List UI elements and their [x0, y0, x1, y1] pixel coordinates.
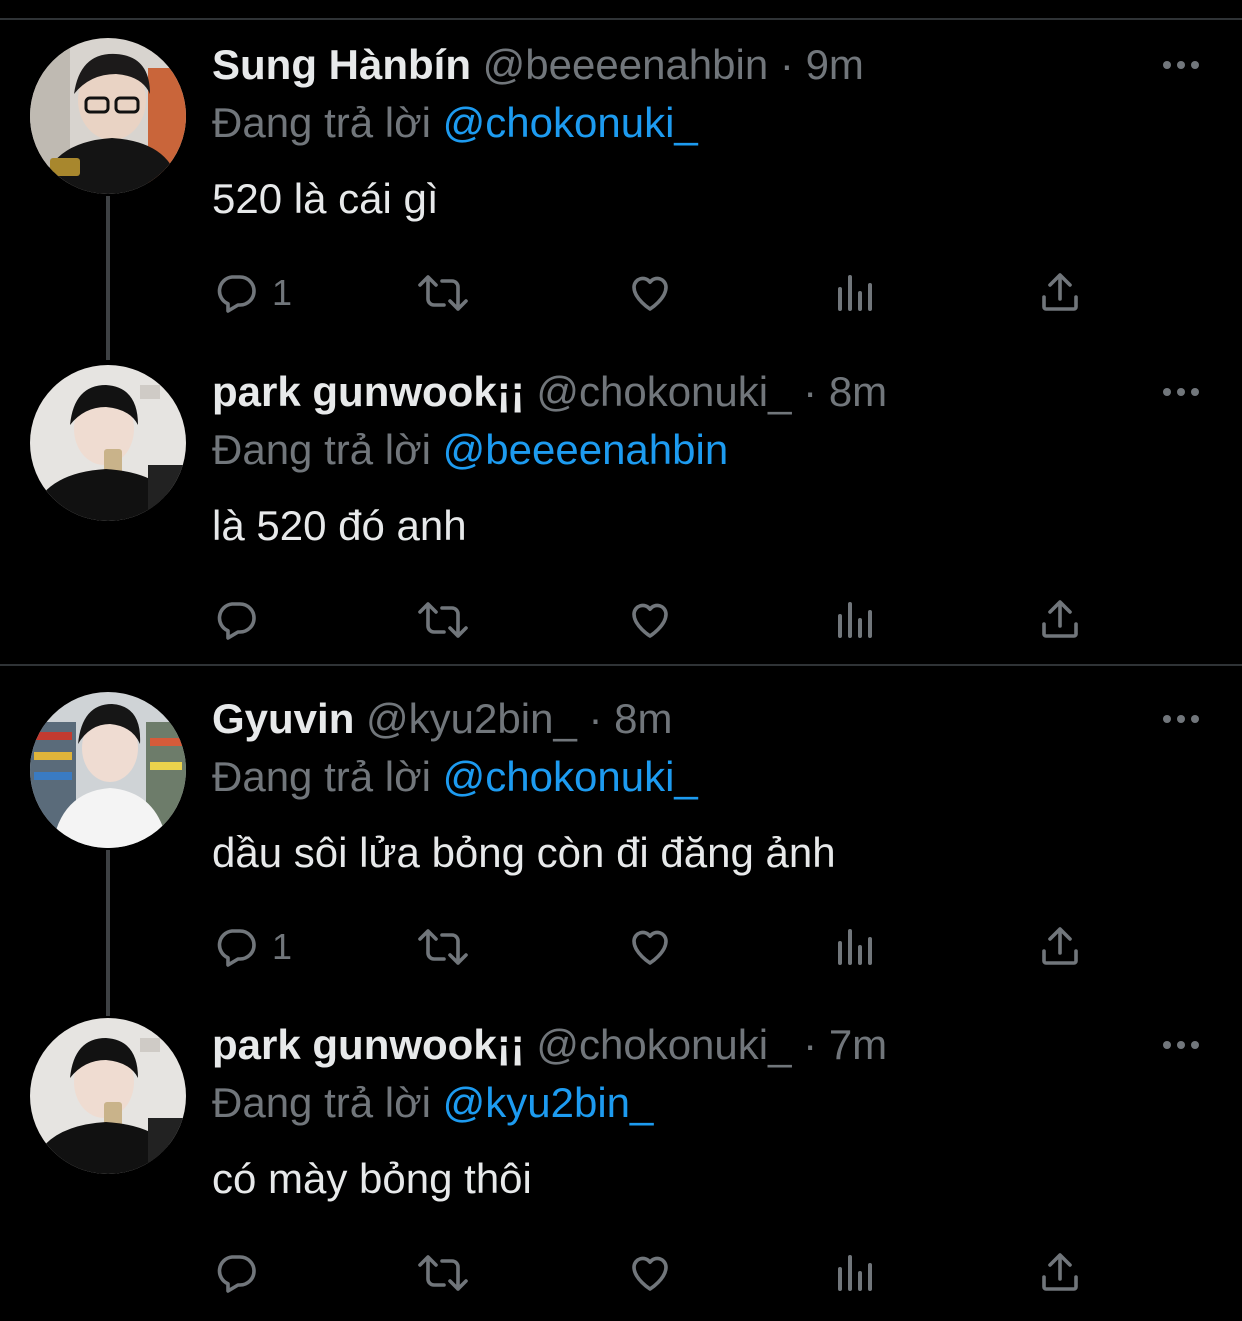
replying-to-label: Đang trả lời: [212, 753, 431, 800]
like-button[interactable]: [626, 268, 674, 318]
views-button[interactable]: [832, 1248, 880, 1298]
heart-icon: [632, 603, 668, 638]
timestamp[interactable]: 7m: [829, 1021, 887, 1068]
retweet-button[interactable]: [416, 1248, 470, 1298]
bar-chart-icon: [838, 1255, 872, 1291]
more-horizontal-icon: [1163, 1041, 1199, 1049]
more-options-button[interactable]: [1156, 50, 1206, 80]
like-button[interactable]: [626, 595, 674, 645]
retweet-icon: [418, 275, 468, 311]
tweet-text: là 520 đó anh: [212, 502, 467, 549]
bar-chart-icon: [838, 929, 872, 965]
more-options-button[interactable]: [1156, 377, 1206, 407]
more-horizontal-icon: [1163, 388, 1199, 396]
retweet-icon: [418, 1255, 468, 1291]
tweet-header: Gyuvin @kyu2bin_ · 8m: [212, 694, 673, 744]
replying-to-handle[interactable]: @chokonuki_: [443, 753, 698, 800]
replying-to-handle[interactable]: @chokonuki_: [443, 99, 698, 146]
separator-dot: ·: [779, 41, 794, 88]
share-upload-icon: [1042, 927, 1078, 965]
reply-bubble-icon: [217, 929, 256, 967]
tweet-2[interactable]: park gunwook¡¡ @chokonuki_ · 8m Đang trả…: [0, 347, 1242, 667]
tweet-text: 520 là cái gì: [212, 175, 439, 222]
reply-bubble-icon: [217, 602, 256, 640]
tweet-header: park gunwook¡¡ @chokonuki_ · 7m: [212, 1020, 887, 1070]
more-horizontal-icon: [1163, 61, 1199, 69]
timestamp[interactable]: 9m: [806, 41, 864, 88]
avatar[interactable]: [30, 38, 186, 194]
tweet-3[interactable]: Gyuvin @kyu2bin_ · 8m Đang trả lời @chok…: [0, 674, 1242, 994]
retweet-icon: [418, 929, 468, 965]
tweet-text: có mày bỏng thôi: [212, 1155, 532, 1202]
user-handle[interactable]: @chokonuki_: [536, 368, 791, 415]
timestamp[interactable]: 8m: [614, 695, 672, 742]
tweet-header: Sung Hànbín @beeeenahbin · 9m: [212, 40, 864, 90]
avatar[interactable]: [30, 1018, 186, 1174]
reply-bubble-icon: [217, 1255, 256, 1293]
replying-to-label: Đang trả lời: [212, 426, 431, 473]
replying-to: Đang trả lời @chokonuki_: [212, 98, 698, 148]
separator-dot: ·: [803, 368, 818, 415]
reply-count: 1: [272, 926, 293, 967]
share-upload-icon: [1042, 600, 1078, 638]
tweet-actions: [212, 595, 1112, 645]
share-upload-icon: [1042, 273, 1078, 311]
views-button[interactable]: [832, 268, 880, 318]
separator-dot: ·: [803, 1021, 818, 1068]
tweet-text: dầu sôi lửa bỏng còn đi đăng ảnh: [212, 829, 836, 876]
retweet-button[interactable]: [416, 595, 470, 645]
retweet-icon: [418, 602, 468, 638]
retweet-button[interactable]: [416, 922, 470, 972]
user-handle[interactable]: @kyu2bin_: [366, 695, 577, 742]
heart-icon: [632, 1256, 668, 1291]
user-handle[interactable]: @beeeenahbin: [483, 41, 769, 88]
replying-to: Đang trả lời @beeeenahbin: [212, 425, 728, 475]
like-button[interactable]: [626, 1248, 674, 1298]
tweet-1[interactable]: Sung Hànbín @beeeenahbin · 9m Đang trả l…: [0, 20, 1242, 340]
like-button[interactable]: [626, 922, 674, 972]
bar-chart-icon: [838, 602, 872, 638]
share-button[interactable]: [1036, 268, 1084, 318]
reply-bubble-icon: [217, 275, 256, 313]
share-button[interactable]: [1036, 1248, 1084, 1298]
display-name[interactable]: park gunwook¡¡: [212, 1021, 525, 1068]
replying-to-label: Đang trả lời: [212, 1079, 431, 1126]
retweet-button[interactable]: [416, 268, 470, 318]
bar-chart-icon: [838, 275, 872, 311]
display-name[interactable]: Sung Hànbín: [212, 41, 471, 88]
share-button[interactable]: [1036, 595, 1084, 645]
more-options-button[interactable]: [1156, 1030, 1206, 1060]
reply-button[interactable]: 1: [212, 922, 292, 972]
tweet-header: park gunwook¡¡ @chokonuki_ · 8m: [212, 367, 887, 417]
replying-to-handle[interactable]: @kyu2bin_: [443, 1079, 654, 1126]
reply-button[interactable]: [212, 595, 272, 645]
reply-button[interactable]: [212, 1248, 272, 1298]
tweet-4[interactable]: park gunwook¡¡ @chokonuki_ · 7m Đang trả…: [0, 1000, 1242, 1320]
share-upload-icon: [1042, 1253, 1078, 1291]
replying-to: Đang trả lời @kyu2bin_: [212, 1078, 653, 1128]
reply-button[interactable]: 1: [212, 268, 292, 318]
views-button[interactable]: [832, 595, 880, 645]
heart-icon: [632, 930, 668, 965]
avatar[interactable]: [30, 365, 186, 521]
tweet-actions: 1: [212, 922, 1112, 972]
share-button[interactable]: [1036, 922, 1084, 972]
user-handle[interactable]: @chokonuki_: [536, 1021, 791, 1068]
separator-dot: ·: [588, 695, 603, 742]
views-button[interactable]: [832, 922, 880, 972]
tweet-actions: [212, 1248, 1112, 1298]
heart-icon: [632, 276, 668, 311]
replying-to-handle[interactable]: @beeeenahbin: [443, 426, 729, 473]
more-horizontal-icon: [1163, 715, 1199, 723]
replying-to-label: Đang trả lời: [212, 99, 431, 146]
more-options-button[interactable]: [1156, 704, 1206, 734]
timestamp[interactable]: 8m: [829, 368, 887, 415]
display-name[interactable]: Gyuvin: [212, 695, 354, 742]
tweet-actions: 1: [212, 268, 1112, 318]
reply-count: 1: [272, 272, 293, 313]
avatar[interactable]: [30, 692, 186, 848]
replying-to: Đang trả lời @chokonuki_: [212, 752, 698, 802]
display-name[interactable]: park gunwook¡¡: [212, 368, 525, 415]
